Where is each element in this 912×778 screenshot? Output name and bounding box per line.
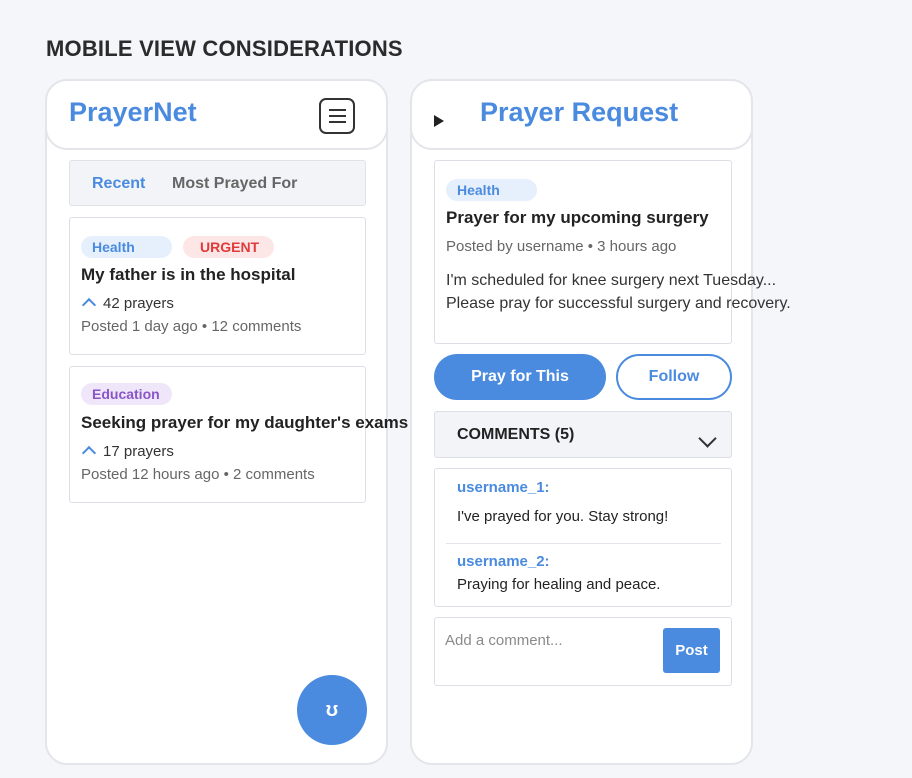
comment-username[interactable]: username_2: [457, 553, 550, 570]
comment-username[interactable]: username_1: [457, 479, 550, 496]
new-prayer-fab-button[interactable]: ʊ [297, 675, 367, 745]
section-title: MOBILE VIEW CONSIDERATIONS [46, 36, 403, 61]
prayer-count: 17 prayers [103, 443, 174, 460]
phone-detail-view: Prayer Request Health Prayer for my upco… [410, 79, 791, 765]
hamburger-menu-icon[interactable] [319, 98, 355, 134]
post-button[interactable]: Post [663, 628, 720, 673]
feed-tabs: Recent Most Prayed For [69, 160, 366, 206]
pray-for-this-button[interactable]: Pray for This [434, 354, 606, 400]
prayer-detail-card: Health Prayer for my upcoming surgery Po… [434, 160, 791, 344]
prayer-count: 42 prayers [103, 295, 174, 312]
tag-education[interactable]: Education [81, 383, 172, 405]
prayer-title[interactable]: My father is in the hospital [81, 265, 295, 285]
app-brand[interactable]: PrayerNet [69, 97, 197, 128]
post-meta: Posted by username • 3 hours ago [446, 238, 677, 255]
comment-input[interactable] [445, 628, 655, 652]
post-body-line-2: Please pray for successful surgery and r… [446, 295, 791, 312]
comment-text: I've prayed for you. Stay strong! [457, 508, 669, 525]
comment-text: Praying for healing and peace. [457, 576, 661, 593]
phone-feed-view: PrayerNet Recent Most Prayed For Health … [45, 79, 408, 765]
tag-urgent[interactable]: URGENT [183, 236, 274, 258]
post-body-line-1: I'm scheduled for knee surgery next Tues… [446, 272, 777, 289]
prayer-card[interactable]: Health URGENT My father is in the hospit… [69, 217, 366, 355]
tab-most-prayed-for[interactable]: Most Prayed For [172, 175, 297, 193]
play-arrow-icon[interactable] [434, 115, 444, 127]
follow-button[interactable]: Follow [616, 354, 732, 400]
comments-accordion[interactable]: COMMENTS (5) [434, 411, 732, 458]
prayer-card[interactable]: Education Seeking prayer for my daughter… [69, 366, 408, 503]
chevron-up-icon[interactable] [81, 297, 97, 313]
tag-health[interactable]: Health [446, 179, 537, 201]
page-title: Prayer Request [480, 97, 679, 127]
comments-list: username_1: I've prayed for you. Stay st… [434, 468, 732, 607]
comment-divider [446, 543, 721, 544]
post-meta: Posted 1 day ago • 12 comments [81, 318, 302, 335]
detail-header: Prayer Request [410, 79, 753, 150]
chevron-up-icon[interactable] [81, 445, 97, 461]
post-meta: Posted 12 hours ago • 2 comments [81, 466, 315, 483]
comments-label: COMMENTS (5) [457, 426, 575, 443]
tag-health[interactable]: Health [81, 236, 172, 258]
prayer-title: Prayer for my upcoming surgery [446, 208, 709, 227]
app-header: PrayerNet [45, 79, 388, 150]
tab-recent[interactable]: Recent [92, 175, 145, 193]
prayer-title[interactable]: Seeking prayer for my daughter's exams [81, 413, 408, 433]
comment-composer: Post [434, 617, 732, 686]
chevron-down-icon[interactable] [698, 429, 717, 448]
